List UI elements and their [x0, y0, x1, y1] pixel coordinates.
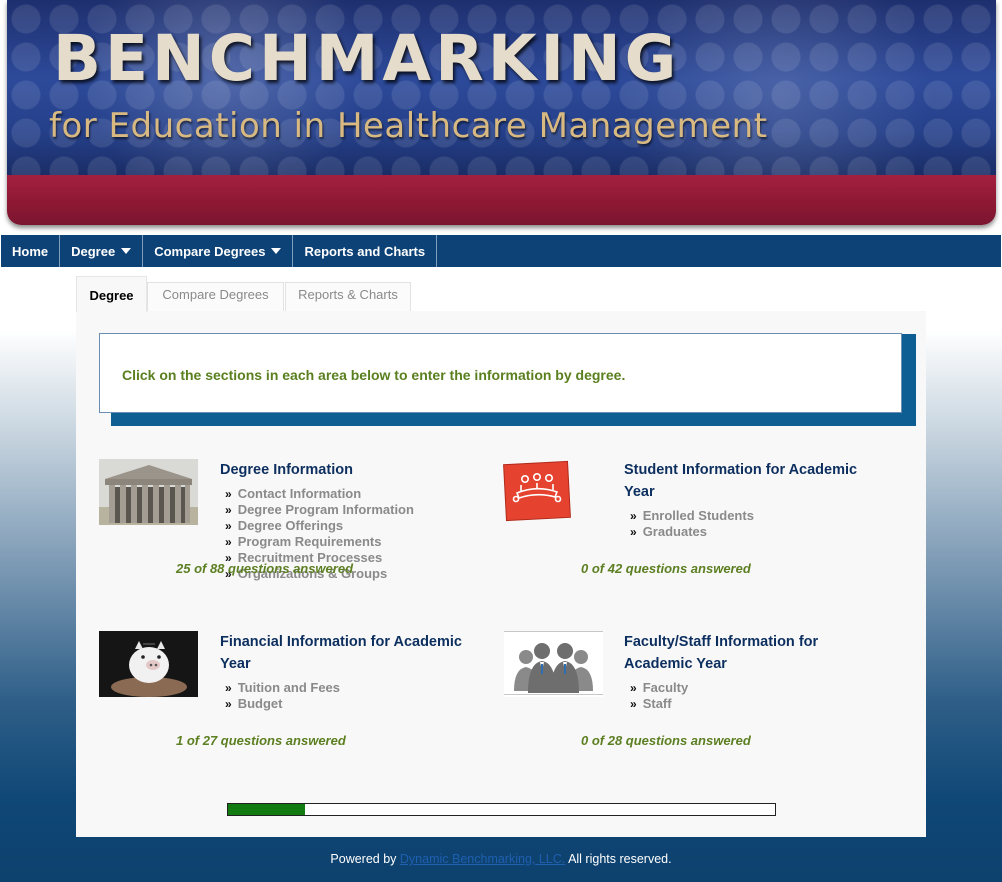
- progress-bar-fill: [228, 804, 305, 815]
- financial-information-answered: 1 of 27 questions answered: [176, 733, 346, 748]
- section-title-degree-information[interactable]: Degree Information: [220, 459, 480, 481]
- list-item[interactable]: » Contact Information: [225, 486, 414, 502]
- faculty-staff-answered: 0 of 28 questions answered: [581, 733, 751, 748]
- nav-reports-label: Reports and Charts: [304, 243, 426, 259]
- student-information-answered: 0 of 42 questions answered: [581, 561, 751, 576]
- list-item-label: Staff: [642, 696, 672, 711]
- list-item[interactable]: » Degree Program Information: [225, 502, 414, 518]
- tab-reports-label: Reports & Charts: [298, 287, 398, 302]
- list-item[interactable]: » Program Requirements: [225, 534, 414, 550]
- faculty-staff-list: » Faculty » Staff: [630, 680, 688, 712]
- nav-degree-label: Degree: [71, 243, 116, 259]
- tab-reports-charts[interactable]: Reports & Charts: [285, 282, 411, 311]
- caret-down-icon: [121, 248, 132, 254]
- list-item[interactable]: » Faculty: [630, 680, 688, 696]
- list-item-label: Enrolled Students: [642, 508, 754, 523]
- nav-compare-label: Compare Degrees: [154, 243, 266, 259]
- caret-down-icon: [271, 248, 282, 254]
- double-chevron-right-icon: »: [225, 697, 232, 711]
- double-chevron-right-icon: »: [225, 519, 232, 533]
- list-item[interactable]: » Enrolled Students: [630, 508, 754, 524]
- piggy-bank-icon[interactable]: [99, 631, 198, 697]
- list-item-label: Faculty: [642, 680, 689, 695]
- double-chevron-right-icon: »: [630, 697, 637, 711]
- financial-information-list: » Tuition and Fees » Budget: [225, 680, 340, 712]
- banner-red-band: [7, 175, 996, 225]
- double-chevron-right-icon: »: [225, 535, 232, 549]
- site-banner: BENCHMARKING for Education in Healthcare…: [7, 0, 996, 225]
- nav-home-label: Home: [12, 243, 49, 259]
- list-item-label: Graduates: [642, 524, 707, 539]
- tab-compare-degrees[interactable]: Compare Degrees: [147, 282, 284, 311]
- tab-degree[interactable]: Degree: [76, 276, 147, 312]
- nav-home[interactable]: Home: [1, 235, 61, 267]
- section-title-financial-information[interactable]: Financial Information for Academic Year: [220, 631, 480, 675]
- building-columns-icon[interactable]: [99, 459, 198, 525]
- instruction-text: Click on the sections in each area below…: [122, 367, 626, 383]
- footer-company-link[interactable]: Dynamic Benchmarking, LLC.: [400, 852, 565, 866]
- footer-prefix: Powered by: [330, 852, 397, 866]
- list-item[interactable]: » Tuition and Fees: [225, 680, 340, 696]
- nav-degree[interactable]: Degree: [60, 235, 144, 267]
- banner-title: BENCHMARKING: [53, 22, 681, 95]
- nav-compare-degrees[interactable]: Compare Degrees: [143, 235, 294, 267]
- double-chevron-right-icon: »: [225, 503, 232, 517]
- double-chevron-right-icon: »: [630, 681, 637, 695]
- list-item-label: Tuition and Fees: [237, 680, 341, 695]
- list-item-label: Budget: [237, 696, 283, 711]
- double-chevron-right-icon: »: [630, 509, 637, 523]
- students-meeting-icon[interactable]: [503, 459, 573, 525]
- list-item[interactable]: » Budget: [225, 696, 340, 712]
- double-chevron-right-icon: »: [225, 681, 232, 695]
- list-item-label: Degree Program Information: [237, 502, 414, 517]
- nav-reports-charts[interactable]: Reports and Charts: [293, 235, 438, 267]
- footer-suffix: All rights reserved.: [568, 852, 672, 866]
- list-item-label: Program Requirements: [237, 534, 382, 549]
- tab-compare-label: Compare Degrees: [162, 287, 269, 302]
- double-chevron-right-icon: »: [630, 525, 637, 539]
- list-item[interactable]: » Degree Offerings: [225, 518, 414, 534]
- faculty-people-icon[interactable]: [504, 631, 603, 697]
- instruction-box: Click on the sections in each area below…: [99, 333, 902, 413]
- tab-degree-label: Degree: [89, 288, 134, 303]
- double-chevron-right-icon: »: [225, 487, 232, 501]
- section-title-student-information[interactable]: Student Information for Academic Year: [624, 459, 874, 503]
- student-information-list: » Enrolled Students » Graduates: [630, 508, 754, 540]
- section-title-faculty-staff-information[interactable]: Faculty/Staff Information for Academic Y…: [624, 631, 854, 675]
- footer: Powered by Dynamic Benchmarking, LLC. Al…: [0, 852, 1002, 866]
- list-item-label: Contact Information: [237, 486, 362, 501]
- list-item[interactable]: » Graduates: [630, 524, 754, 540]
- list-item-label: Degree Offerings: [237, 518, 344, 533]
- main-nav: Home Degree Compare Degrees Reports and …: [1, 235, 1001, 267]
- overall-progress-bar: [227, 803, 776, 816]
- degree-information-answered: 25 of 88 questions answered: [176, 561, 354, 576]
- banner-subtitle: for Education in Healthcare Management: [49, 106, 768, 146]
- list-item[interactable]: » Staff: [630, 696, 688, 712]
